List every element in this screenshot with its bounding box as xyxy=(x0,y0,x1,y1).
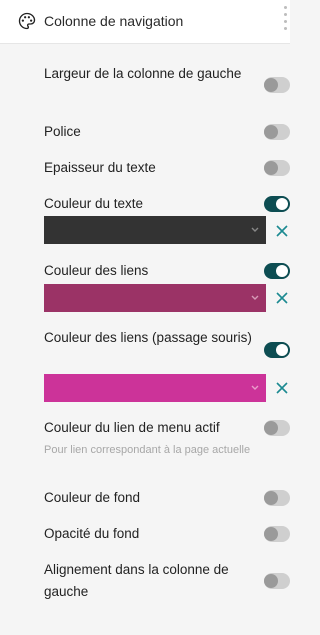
setting-active-link-color-label: Couleur du lien de menu actif xyxy=(44,420,220,435)
link-hover-color-select[interactable] xyxy=(44,374,266,402)
setting-background-color-toggle[interactable] xyxy=(264,490,290,506)
setting-background-color-label: Couleur de fond xyxy=(44,490,141,505)
setting-left-column-width-label: Largeur de la colonne de gauche xyxy=(44,66,242,81)
clear-link-hover-color-icon[interactable] xyxy=(274,380,290,396)
link-color-select[interactable] xyxy=(44,284,266,312)
chevron-down-icon xyxy=(251,295,259,300)
setting-alignment-toggle[interactable] xyxy=(264,573,290,589)
setting-link-hover-color-label: Couleur des liens (passage souris) xyxy=(44,330,252,345)
palette-icon xyxy=(18,12,36,30)
setting-link-color-toggle[interactable] xyxy=(264,263,290,279)
setting-active-link-color-toggle[interactable] xyxy=(264,420,290,436)
setting-left-column-width-toggle[interactable] xyxy=(264,77,290,93)
drag-handle-icon[interactable] xyxy=(283,6,289,38)
setting-font-toggle[interactable] xyxy=(264,124,290,140)
setting-font-label: Police xyxy=(44,124,81,139)
chevron-down-icon xyxy=(251,385,259,390)
setting-text-color-label: Couleur du texte xyxy=(44,196,144,211)
panel-header: Colonne de navigation xyxy=(0,0,290,44)
setting-background-opacity-label: Opacité du fond xyxy=(44,526,140,541)
panel-title: Colonne de navigation xyxy=(44,13,184,29)
setting-text-color-toggle[interactable] xyxy=(264,196,290,212)
clear-text-color-icon[interactable] xyxy=(274,223,290,239)
text-color-select[interactable] xyxy=(44,216,266,244)
active-link-help-text: Pour lien correspondant à la page actuel… xyxy=(44,444,251,456)
chevron-down-icon xyxy=(251,227,259,232)
clear-link-color-icon[interactable] xyxy=(274,290,290,306)
setting-text-weight-label: Epaisseur du texte xyxy=(44,160,156,175)
setting-link-hover-color-toggle[interactable] xyxy=(264,342,290,358)
setting-background-opacity-toggle[interactable] xyxy=(264,526,290,542)
setting-link-color-label: Couleur des liens xyxy=(44,263,149,278)
setting-alignment-label: Alignement dans la colonne de gauche xyxy=(44,562,229,599)
setting-text-weight-toggle[interactable] xyxy=(264,160,290,176)
